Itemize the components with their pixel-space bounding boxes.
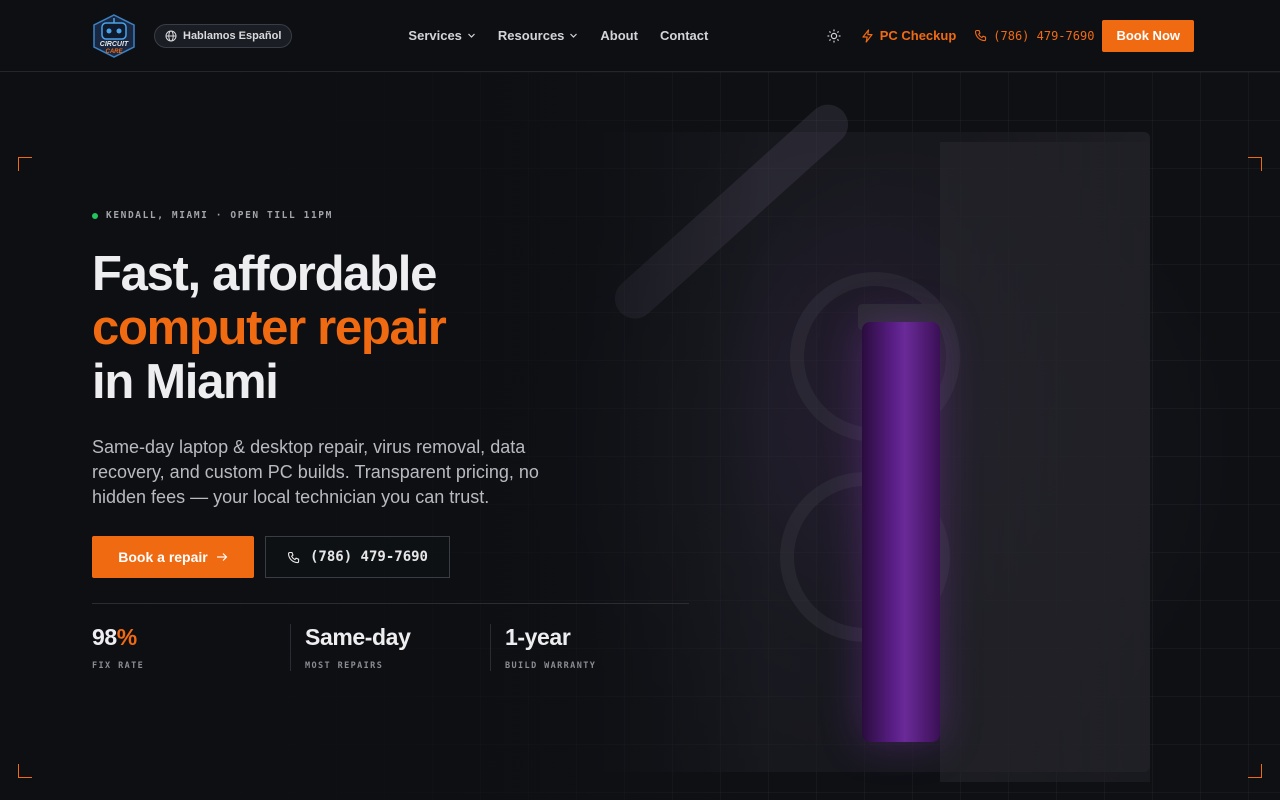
lightning-icon	[862, 28, 873, 43]
call-phone-button[interactable]: (786) 479-7690	[265, 536, 450, 578]
nav-item-resources[interactable]: Resources	[498, 28, 578, 43]
corner-bracket	[1248, 157, 1262, 171]
nav-item-services[interactable]: Services	[408, 28, 476, 43]
phone-icon	[287, 551, 300, 563]
robot-logo-icon: CIRCUIT CARE	[93, 13, 135, 58]
book-repair-label: Book a repair	[118, 549, 208, 565]
corner-bracket	[1248, 764, 1262, 778]
stat-value: 1-year	[505, 624, 571, 650]
pc-checkup-label: PC Checkup	[879, 28, 957, 43]
globe-icon	[165, 30, 177, 41]
stat-value: Same-day	[305, 624, 411, 650]
location-status: KENDALL, MIAMI · OPEN TILL 11PM	[92, 210, 712, 221]
header-actions: PC Checkup (786) 479-7690 Book Now	[827, 19, 1194, 52]
corner-bracket	[18, 157, 32, 171]
nav-label: Resources	[497, 28, 565, 43]
hero-ctas: Book a repair (786) 479-7690	[92, 536, 712, 578]
arrow-right-icon	[216, 553, 228, 561]
hero-title: Fast, affordable computer repair in Miam…	[92, 247, 712, 409]
pc-checkup-link[interactable]: PC Checkup	[861, 28, 957, 43]
nav-item-about[interactable]: About	[600, 28, 638, 43]
language-toggle[interactable]: Hablamos Español	[154, 23, 293, 48]
stat-fix-rate: 98% FIX RATE	[92, 624, 290, 671]
logo-text: CARE	[105, 49, 123, 55]
book-repair-button[interactable]: Book a repair	[92, 536, 254, 578]
chevron-down-icon	[570, 33, 578, 38]
phone-icon	[975, 29, 987, 42]
site-header: CIRCUIT CARE Hablamos Español Services R…	[0, 0, 1280, 72]
hero-stats: 98% FIX RATE Same-day MOST REPAIRS 1-yea…	[92, 624, 712, 671]
nav-label: About	[600, 28, 638, 43]
nav-label: Contact	[659, 28, 709, 43]
header-phone-number: (786) 479-7690	[993, 28, 1095, 43]
logo-text: CIRCUIT	[100, 41, 129, 48]
stat-number: 98	[92, 624, 117, 650]
stat-label: MOST REPAIRS	[305, 661, 384, 671]
stat-value: 98%	[92, 624, 290, 651]
book-now-button[interactable]: Book Now	[1102, 19, 1194, 52]
status-text: KENDALL, MIAMI · OPEN TILL 11PM	[106, 210, 333, 221]
stat-same-day: Same-day MOST REPAIRS	[290, 624, 490, 671]
stat-warranty: 1-year BUILD WARRANTY	[490, 624, 596, 671]
stat-label: BUILD WARRANTY	[505, 661, 597, 671]
title-line-accent: computer repair	[92, 301, 447, 355]
main-nav: Services Resources About Contact	[408, 28, 708, 43]
chevron-down-icon	[467, 33, 475, 38]
nav-label: Services	[408, 28, 462, 43]
nav-item-contact[interactable]: Contact	[660, 28, 708, 43]
hero-description: Same-day laptop & desktop repair, virus …	[92, 437, 539, 507]
pc-side-panel	[940, 142, 1150, 782]
language-label: Hablamos Español	[183, 29, 282, 42]
open-status-dot	[92, 212, 98, 219]
stats-divider	[92, 603, 689, 604]
site-logo[interactable]: CIRCUIT CARE	[90, 13, 138, 59]
stat-label: FIX RATE	[92, 661, 145, 671]
title-line: in Miami	[92, 355, 279, 409]
corner-bracket	[18, 764, 32, 778]
stat-suffix: %	[116, 624, 137, 650]
header-phone-link[interactable]: (786) 479-7690	[974, 29, 1094, 43]
book-now-label: Book Now	[1116, 28, 1180, 43]
theme-toggle[interactable]	[827, 29, 841, 43]
sun-icon	[827, 29, 841, 42]
title-line: Fast, affordable	[92, 247, 437, 301]
hero-content: KENDALL, MIAMI · OPEN TILL 11PM Fast, af…	[92, 210, 712, 671]
call-phone-label: (786) 479-7690	[309, 549, 428, 565]
coolant-reservoir	[862, 322, 940, 742]
